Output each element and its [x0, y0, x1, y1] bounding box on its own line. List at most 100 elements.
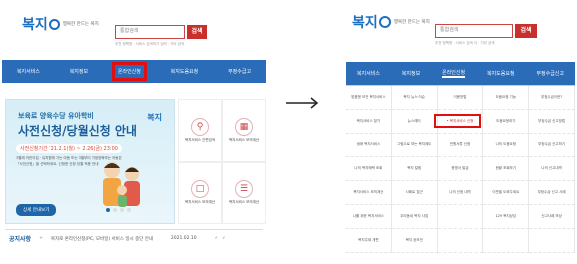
menu-item[interactable]: 사례로 접근 [391, 181, 438, 205]
logo-text: 복지 [22, 17, 48, 33]
main-nav: 복지서비스 복지정보 온라인신청 복지도움요청 부정수급고 [2, 60, 266, 83]
quick-link-search[interactable]: ⚲ 복지서비스 간편검색 [178, 99, 222, 162]
nav-item-fraud-report[interactable]: 부정수급고 [228, 68, 251, 75]
menu-item[interactable]: 생애 복지서비스 [346, 133, 392, 158]
menu-item[interactable]: 복지주제 개편 [346, 228, 392, 253]
logo-ring-icon [48, 18, 60, 30]
menu-item[interactable]: 복지 뉴스·이슈 [391, 86, 438, 110]
mega-menu: 맞춤형 보건 복지서비스 복지 뉴스·이슈 이용방법 도움요청 기능 부정수급이란? 복지… [346, 85, 575, 253]
menu-row: 복지서비스 모의계산 사례로 접근 나의 신청 내역 이웃을 도와주세요 부정수급 신고… [346, 181, 575, 205]
carousel-dot[interactable] [106, 208, 110, 212]
nav-item-welfare-info[interactable]: 복지정보 [70, 68, 88, 75]
promo-banner[interactable]: 보육료 양육수당 유아학비 사전신청/당월신청 안내 사전신청기간 '21.2.… [5, 99, 175, 224]
banner-date: 사전신청기간 '21.2.1(월) ~ 2.26(금) 23:00 [16, 144, 122, 153]
menu-empty-cell [529, 228, 575, 253]
search-suggestions: 추천 정책명 · 서비스 검색 이 · 기타 검색 [435, 41, 495, 45]
main-nav: 복지서비스 복지정보 온라인신청 복지도움요청 부정수급신고 [346, 62, 575, 85]
plus-icon[interactable]: + [39, 236, 43, 241]
quick-link-label: 복지서비스 모의계산 [228, 200, 260, 205]
nav-item-fraud-report[interactable]: 부정수급신고 [536, 70, 564, 77]
search-button[interactable]: 검색 [187, 25, 207, 39]
nav-item-welfare-services[interactable]: 복지서비스 [17, 68, 40, 75]
after-screenshot: 복지 행복한 만드는 복지 통합검색 검색 추천 정책명 · 서비스 검색 이 … [346, 0, 575, 262]
nav-item-online-apply[interactable]: 온라인신청 [442, 69, 466, 78]
banner-desc-2: 「사전신청」을 선택하세요. 신청한 신청 당월 적용 안내 [16, 162, 99, 166]
nav-item-help-request[interactable]: 복지도움요청 [171, 68, 199, 75]
banner-detail-button[interactable]: 상세 안내보기 [16, 204, 57, 216]
menu-row: 복지주제 개편 복지 공모전 [346, 228, 575, 253]
menu-item[interactable]: 복지서비스 모의계산 [346, 181, 392, 205]
notice-text[interactable]: 복지로 온라인신청(PC, 모바일) 서비스 일시 중단 안내 [51, 236, 161, 242]
nav-item-help-request[interactable]: 복지도움요청 [487, 70, 515, 77]
quick-link-calc-2[interactable]: □ 복지서비스 모의계산 [178, 161, 222, 224]
menu-item[interactable]: 신고사례 보상 [529, 204, 575, 229]
menu-item[interactable]: 복지서비스 찾기 [346, 109, 392, 134]
menu-item[interactable]: 맞춤형 보건 복지서비스 [346, 86, 392, 110]
quick-link-label: 복지서비스 모의계산 [184, 200, 216, 205]
search-suggestions: 추천 정책명 · 서비스 검색하기 입력 · 기타 검색 [115, 42, 185, 46]
menu-item[interactable]: 민원서류 신청 [437, 133, 484, 158]
menu-row: 맞춤형 보건 복지서비스 복지 뉴스·이슈 이용방법 도움요청 기능 부정수급이란? [346, 86, 575, 110]
menu-item[interactable]: 복지 칼럼 [391, 157, 438, 182]
quick-link-label: 복지서비스 간편검색 [184, 137, 216, 142]
nav-item-welfare-services[interactable]: 복지서비스 [357, 70, 380, 77]
quick-links: ⚲ 복지서비스 간편검색 ▦ 복지서비스 모의계산 □ 복지서비스 모의계산 ☰… [178, 99, 266, 224]
menu-item[interactable]: 나의 신고내역 [529, 157, 575, 182]
menu-item[interactable]: 부정수급 신고하기 [529, 133, 575, 158]
carousel-dot[interactable] [127, 208, 131, 212]
menu-item[interactable]: 복지 공모전 [391, 228, 438, 253]
menu-empty-cell [483, 228, 530, 253]
search-icon: ⚲ [191, 117, 209, 136]
menu-row: 생애 복지서비스 그림으로 보는 복지제도 민원서류 신청 나의 도움요청 부정수급 신… [346, 133, 575, 158]
logo-text: 복지 [352, 15, 378, 31]
logo-tagline: 행복한 만드는 복지 [62, 22, 99, 27]
search-button[interactable]: 검색 [515, 24, 537, 38]
menu-item[interactable]: 부정수급 신고 사례 [529, 181, 575, 205]
calculator-icon: ▦ [235, 117, 253, 136]
menu-item[interactable]: • 복지서비스 신청 [437, 109, 484, 134]
menu-item[interactable]: 우리동네 복지 사업 [391, 204, 438, 229]
menu-item[interactable]: 뉴스레터 [391, 109, 438, 134]
menu-item[interactable]: 나를 위한 복지서비스 [346, 204, 392, 229]
menu-item[interactable]: 부정수급 신고방법 [529, 109, 575, 134]
list-icon: ☰ [235, 180, 253, 199]
nav-item-welfare-info[interactable]: 복지정보 [402, 70, 420, 77]
next-icon[interactable]: ∨ [222, 236, 225, 241]
notice-bar[interactable]: 공지사항 + 복지로 온라인신청(PC, 모바일) 서비스 일시 중단 안내 2… [5, 229, 263, 247]
menu-item[interactable]: 129 복지상담 [483, 204, 530, 229]
carousel-dots[interactable] [106, 208, 131, 212]
menu-item[interactable]: 증명서 발급 [437, 157, 484, 182]
menu-item[interactable]: 이웃을 도와주세요 [483, 181, 530, 205]
menu-item[interactable]: 나의 복지혜택 조회 [346, 157, 392, 182]
document-icon: □ [191, 180, 209, 199]
menu-item[interactable]: 도움요청 기능 [483, 86, 530, 110]
before-screenshot: 복지 행복한 만드는 복지 통합검색 검색 추천 정책명 · 서비스 검색하기 … [2, 0, 266, 262]
site-logo[interactable]: 복지 행복한 만드는 복지 [22, 14, 99, 34]
search-input[interactable]: 통합검색 [435, 24, 513, 38]
right-arrow-icon [286, 97, 319, 109]
nav-item-online-apply[interactable]: 온라인신청 [111, 62, 147, 81]
family-illustration-icon [103, 162, 140, 207]
site-logo[interactable]: 복지 행복한 만드는 복지 [352, 12, 430, 32]
search-input[interactable]: 통합검색 [115, 25, 185, 39]
menu-item[interactable]: 나의 도움요청 [483, 133, 530, 158]
menu-item[interactable]: 도움요청하기 [483, 109, 530, 134]
banner-title: 사전신청/당월신청 안내 [18, 124, 137, 138]
menu-row: 나의 복지혜택 조회 복지 칼럼 증명서 발급 현황 조회하기 나의 신고내역 [346, 157, 575, 182]
menu-item[interactable]: 현황 조회하기 [483, 157, 530, 182]
menu-item[interactable]: 이용방법 [437, 86, 484, 110]
menu-item[interactable]: 부정수급이란? [529, 86, 575, 110]
banner-logo: 복지 [147, 113, 162, 122]
carousel-dot[interactable] [113, 208, 117, 212]
menu-row: 나를 위한 복지서비스 우리동네 복지 사업 129 복지상담 신고사례 보상 [346, 204, 575, 229]
logo-tagline: 행복한 만드는 복지 [393, 20, 430, 25]
menu-item[interactable]: 그림으로 보는 복지제도 [391, 133, 438, 158]
quick-link-calc-3[interactable]: ☰ 복지서비스 모의계산 [222, 161, 266, 224]
quick-link-label: 복지서비스 모의계산 [228, 137, 260, 142]
menu-item[interactable]: 나의 신청 내역 [437, 181, 484, 205]
prev-icon[interactable]: ∧ [215, 236, 218, 241]
banner-subtitle: 보육료 양육수당 유아학비 [18, 112, 94, 120]
quick-link-calc[interactable]: ▦ 복지서비스 모의계산 [222, 99, 266, 162]
notice-label: 공지사항 [9, 236, 32, 243]
carousel-dot[interactable] [120, 208, 124, 212]
